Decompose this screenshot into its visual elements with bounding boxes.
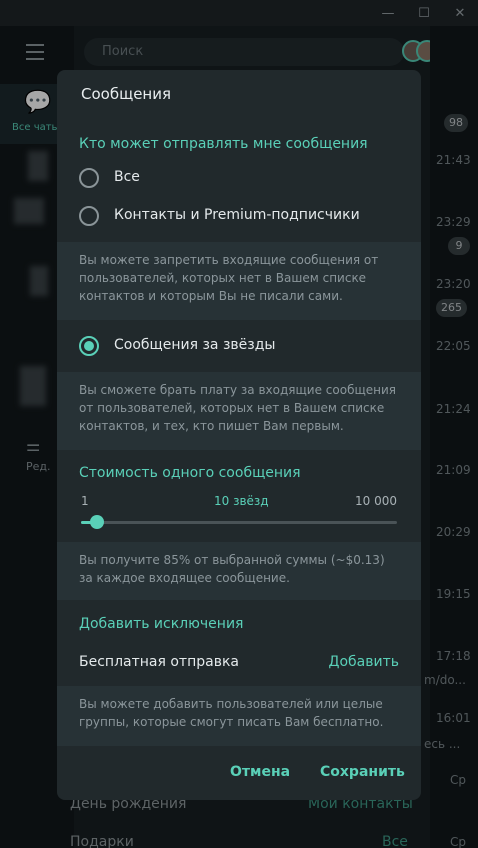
telegram-window: — ☐ ✕ 💬 Все чаты ⚌ Ред. Поиск 98 21:43 2… — [0, 0, 478, 848]
note-stars: Вы сможете брать плату за входящие сообщ… — [57, 372, 421, 450]
search-input[interactable]: Поиск — [84, 38, 404, 66]
chat-time: 19:15 — [436, 587, 471, 601]
sliders-icon[interactable]: ⚌ — [26, 436, 40, 455]
dialog-title: Сообщения — [81, 85, 172, 103]
slider-labels: 1 10 звёзд 10 000 — [81, 494, 397, 510]
option-label: Контакты и Premium-подписчики — [114, 207, 360, 223]
messages-privacy-dialog: Сообщения Кто может отправлять мне сообщ… — [57, 70, 421, 800]
row-value: Все — [382, 834, 408, 848]
chats-icon: 💬 — [24, 90, 52, 115]
chat-time: 21:09 — [436, 463, 471, 477]
note-exceptions: Вы можете добавить пользователей или цел… — [57, 686, 421, 746]
chat-snippet: есь ... — [424, 737, 461, 751]
chat-snippet: m/do... — [424, 673, 466, 687]
chat-time: 23:20 — [436, 277, 471, 291]
chat-time: 23:29 — [436, 215, 471, 229]
free-send-row: Бесплатная отправка Добавить — [79, 654, 399, 674]
close-icon[interactable]: ✕ — [442, 0, 478, 26]
chat-time: 22:05 — [436, 339, 471, 353]
blurred-folder — [20, 366, 46, 406]
option-contacts-premium[interactable]: Контакты и Premium-подписчики — [79, 202, 409, 232]
who-can-send-header: Кто может отправлять мне сообщения — [79, 136, 368, 152]
slider-current-label: 10 звёзд — [214, 494, 269, 508]
cancel-button[interactable]: Отмена — [230, 764, 290, 780]
chat-time: 21:24 — [436, 402, 471, 416]
unread-badge: 265 — [436, 299, 467, 317]
chat-time: 21:43 — [436, 153, 471, 167]
free-send-label: Бесплатная отправка — [79, 654, 239, 670]
chat-time: 20:29 — [436, 525, 471, 539]
blurred-folder — [28, 151, 48, 181]
add-exception-button[interactable]: Добавить — [329, 654, 399, 670]
save-button[interactable]: Сохранить — [320, 764, 405, 780]
radio-everyone[interactable] — [79, 168, 99, 188]
minimize-icon[interactable]: — — [370, 0, 406, 26]
row-label: Подарки — [70, 834, 134, 848]
chat-time: Ср — [450, 773, 466, 787]
note-price: Вы получите 85% от выбранной суммы (~$0.… — [57, 542, 421, 600]
option-label: Сообщения за звёзды — [114, 337, 276, 353]
chat-time: 17:18 — [436, 649, 471, 663]
option-label: Все — [114, 169, 140, 185]
maximize-icon[interactable]: ☐ — [406, 0, 442, 26]
price-header: Стоимость одного сообщения — [79, 465, 301, 481]
chat-time: 16:01 — [436, 711, 471, 725]
folder-all-label: Все чаты — [12, 122, 60, 133]
privacy-row-gifts: Подарки Все — [70, 834, 408, 848]
edit-folders-label: Ред. — [26, 460, 51, 473]
unread-badge: 98 — [444, 114, 468, 132]
option-everyone[interactable]: Все — [79, 164, 409, 194]
price-slider-thumb[interactable] — [89, 515, 104, 529]
chat-time: Ср — [450, 835, 466, 848]
option-paid-stars[interactable]: Сообщения за звёзды — [79, 332, 409, 362]
menu-icon[interactable] — [26, 44, 46, 60]
slider-max-label: 10 000 — [355, 494, 397, 508]
slider-min-label: 1 — [81, 494, 89, 508]
blurred-folder — [30, 266, 48, 296]
radio-contacts-premium[interactable] — [79, 206, 99, 226]
unread-badge: 9 — [448, 237, 470, 255]
price-slider-track[interactable] — [81, 521, 397, 524]
note-block: Вы можете запретить входящие сообщения о… — [57, 242, 421, 320]
exceptions-header: Добавить исключения — [79, 616, 244, 632]
blurred-folder — [14, 198, 44, 224]
title-bar: — ☐ ✕ — [0, 0, 478, 26]
radio-paid-stars[interactable] — [79, 336, 99, 356]
